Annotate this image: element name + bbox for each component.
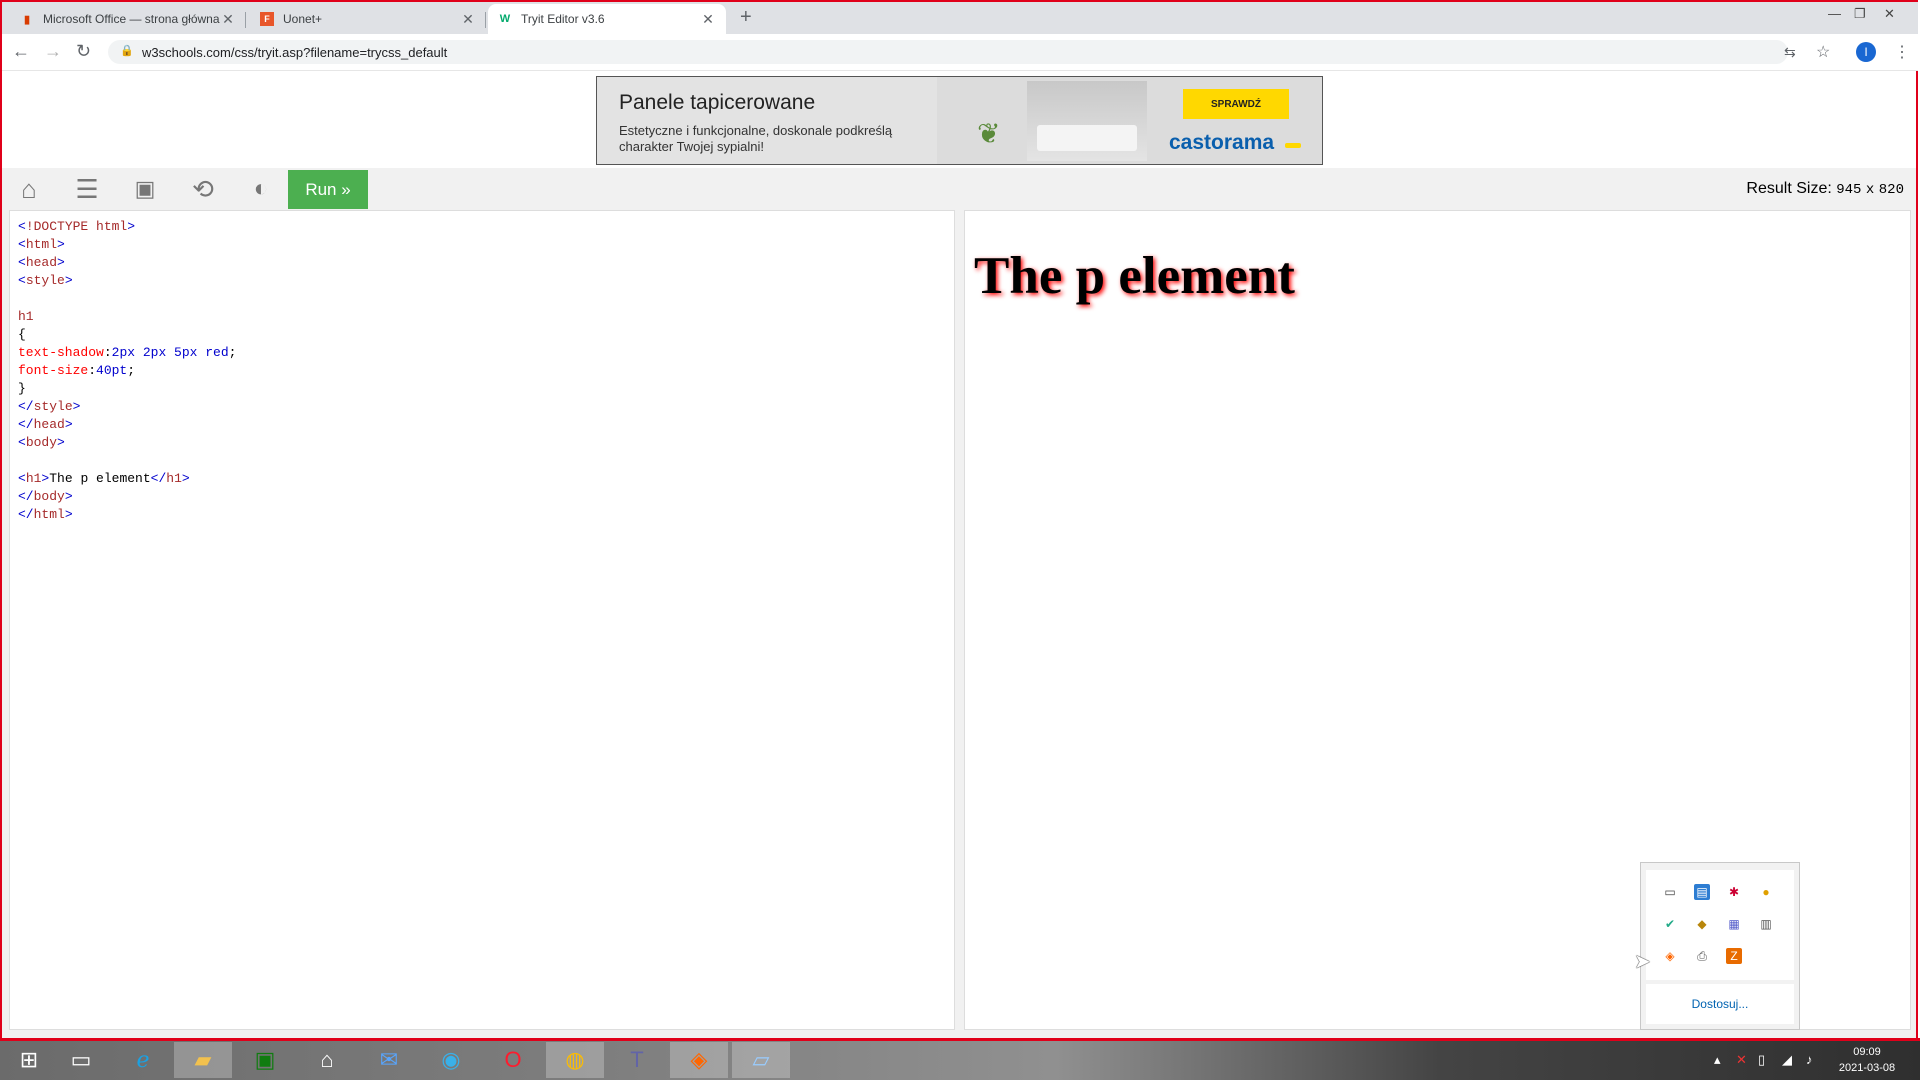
w3schools-icon: W — [499, 13, 511, 25]
run-button[interactable]: Run » — [288, 170, 368, 209]
teams-icon[interactable]: T — [608, 1042, 666, 1078]
rotate-layout-icon[interactable]: ⟲ — [183, 174, 223, 204]
ad-title: Panele tapicerowane — [619, 91, 816, 114]
bluetooth-like-icon[interactable]: ✱ — [1726, 884, 1742, 900]
ad-cta-button[interactable]: SPRAWDŹ — [1183, 89, 1289, 119]
display-icon[interactable]: ▭ — [1662, 884, 1678, 900]
code-line[interactable]: <head> — [18, 254, 236, 272]
ad-banner[interactable]: Panele tapicerowane Estetyczne i funkcjo… — [596, 76, 1323, 165]
lock-icon[interactable]: 🔒 — [120, 44, 134, 57]
ad-brand-accent — [1285, 143, 1301, 148]
opera-icon[interactable]: O — [484, 1042, 542, 1078]
tray-icon-grid: ▭ ▤ ✱ ● ✔ ◆ ▦ ▥ ◈ ⎙ Z — [1646, 870, 1794, 980]
tab-tryit-editor[interactable]: W Tryit Editor v3.6 ✕ — [488, 4, 726, 34]
close-icon[interactable]: ✕ — [220, 11, 236, 28]
menu-icon[interactable]: ☰ — [67, 174, 107, 204]
tab-title: Microsoft Office — strona główna — [43, 12, 220, 26]
ad-bed-image — [1027, 81, 1147, 161]
tab-title: Tryit Editor v3.6 — [521, 12, 605, 26]
code-line[interactable]: text-shadow:2px 2px 5px red; — [18, 344, 236, 362]
close-icon[interactable]: ✕ — [700, 11, 716, 28]
reload-button[interactable]: ↻ — [76, 41, 91, 62]
theme-contrast-icon[interactable]: ◐ — [241, 175, 281, 202]
result-height: 820 — [1878, 182, 1904, 198]
result-size: Result Size: 945 x 820 — [1746, 180, 1904, 198]
edge-icon[interactable]: ◉ — [422, 1042, 480, 1078]
code-line[interactable] — [18, 290, 236, 308]
plant-icon: ❦ — [977, 118, 1001, 149]
code-line[interactable]: </html> — [18, 506, 236, 524]
minimize-button[interactable]: — — [1828, 6, 1841, 21]
ad-description: Estetyczne i funkcjonalne, doskonale pod… — [619, 123, 893, 154]
pdf-app-icon[interactable]: ◈ — [670, 1042, 728, 1078]
new-tab-button[interactable]: + — [740, 6, 752, 29]
code-line[interactable]: <body> — [18, 434, 236, 452]
code-line[interactable]: <html> — [18, 236, 236, 254]
volume-icon[interactable]: ♪ — [1806, 1052, 1813, 1067]
url-text[interactable]: w3schools.com/css/tryit.asp?filename=try… — [142, 45, 447, 60]
code-line[interactable]: h1 — [18, 308, 236, 326]
tab-strip: ▮ Microsoft Office — strona główna ✕ F U… — [2, 2, 1918, 34]
clock[interactable]: 09:09 2021-03-08 — [1824, 1044, 1910, 1076]
tab-office[interactable]: ▮ Microsoft Office — strona główna ✕ — [10, 4, 246, 34]
check-icon[interactable]: ✔ — [1662, 916, 1678, 932]
tab-title: Uonet+ — [283, 12, 323, 26]
result-width: 945 — [1836, 182, 1862, 198]
code-line[interactable]: font-size:40pt; — [18, 362, 236, 380]
clock-date: 2021-03-08 — [1838, 1062, 1896, 1074]
internet-explorer-icon[interactable]: ℯ — [114, 1042, 172, 1078]
network-app-icon[interactable]: ▤ — [1694, 884, 1710, 900]
code-line[interactable]: <h1>The p element</h1> — [18, 470, 236, 488]
close-icon[interactable]: ✕ — [460, 11, 476, 28]
clock-time: 09:09 — [1853, 1046, 1881, 1058]
home-app-icon[interactable]: ⌂ — [298, 1042, 356, 1078]
office-icon: ▮ — [23, 13, 31, 26]
back-button[interactable]: ← — [12, 41, 30, 62]
translate-icon[interactable]: ⇆ — [1784, 44, 1796, 61]
tray-expand-icon[interactable]: ▴ — [1714, 1052, 1721, 1068]
file-explorer-icon[interactable]: ▰ — [174, 1042, 232, 1078]
result-x: x — [1865, 182, 1875, 198]
notes-app-icon[interactable]: ▱ — [732, 1042, 790, 1078]
profile-avatar[interactable]: I — [1856, 42, 1876, 62]
start-button[interactable]: ⊞ — [0, 1042, 58, 1078]
tab-uonet[interactable]: F Uonet+ ✕ — [250, 4, 486, 34]
code-line[interactable]: <style> — [18, 272, 236, 290]
code-line[interactable] — [18, 452, 236, 470]
mail-icon[interactable]: ✉ — [360, 1042, 418, 1078]
code-line[interactable]: } — [18, 380, 236, 398]
lenovo-app-icon[interactable]: ▭ — [52, 1042, 110, 1078]
home-icon[interactable]: ⌂ — [9, 174, 49, 204]
battery-icon[interactable]: ▯ — [1758, 1052, 1765, 1068]
menu-kebab-icon[interactable]: ⋮ — [1894, 42, 1910, 62]
uonet-icon: F — [260, 12, 274, 26]
package-icon[interactable]: ◆ — [1694, 916, 1710, 932]
code-line[interactable]: </style> — [18, 398, 236, 416]
result-size-label: Result Size: — [1746, 180, 1832, 197]
result-heading: The p element — [974, 247, 1295, 305]
forward-button[interactable]: → — [44, 41, 62, 62]
code-line[interactable]: <!DOCTYPE html> — [18, 218, 236, 236]
code-text[interactable]: <!DOCTYPE html> <html> <head> <style> h1{tex… — [18, 218, 236, 524]
customize-link[interactable]: Dostosuj... — [1646, 984, 1794, 1024]
tool-icon[interactable]: Z — [1726, 948, 1742, 964]
teams-tray-icon[interactable]: ▦ — [1726, 916, 1742, 932]
code-line[interactable]: </body> — [18, 488, 236, 506]
printer-icon[interactable]: ⎙ — [1694, 948, 1710, 964]
alert-icon[interactable]: ✕ — [1736, 1052, 1747, 1068]
update-icon[interactable]: ● — [1758, 884, 1774, 900]
ad-brand-logo: castorama — [1169, 131, 1275, 154]
code-line[interactable]: { — [18, 326, 236, 344]
restore-button[interactable]: ❐ — [1854, 6, 1866, 22]
mouse-cursor: ➤ — [1634, 951, 1651, 973]
store-icon[interactable]: ▣ — [236, 1042, 294, 1078]
window-close-button[interactable]: ✕ — [1884, 6, 1895, 22]
code-line[interactable]: </head> — [18, 416, 236, 434]
wifi-icon[interactable]: ◢ — [1782, 1052, 1792, 1068]
bookmark-star-icon[interactable]: ☆ — [1816, 42, 1830, 62]
chrome-icon[interactable]: ◍ — [546, 1042, 604, 1078]
save-icon[interactable]: ▣ — [125, 176, 165, 202]
usb-icon[interactable]: ▥ — [1758, 916, 1774, 932]
pdf-tray-icon[interactable]: ◈ — [1662, 948, 1678, 964]
